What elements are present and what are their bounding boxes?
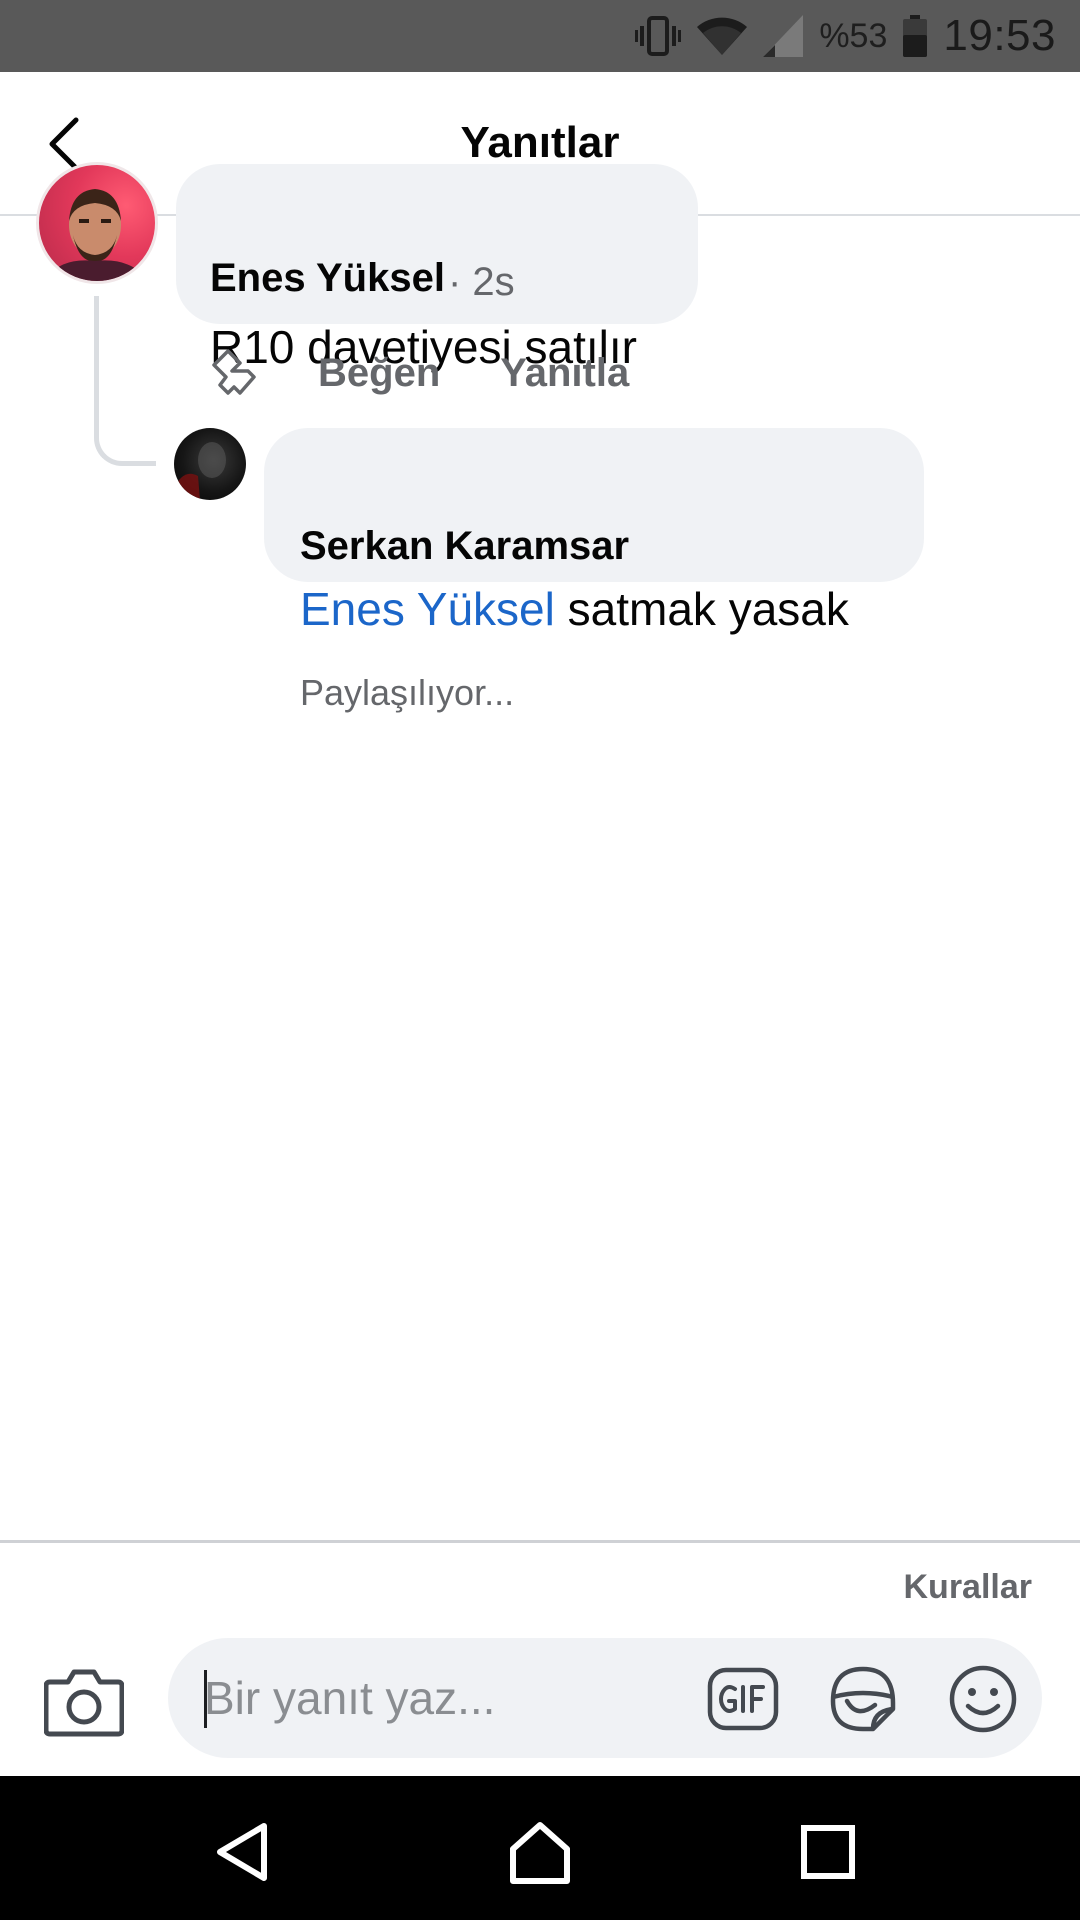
posting-status: Paylaşılıyor...: [300, 672, 515, 713]
reply-button[interactable]: Yanıtla: [500, 351, 629, 396]
camera-button[interactable]: [43, 1664, 125, 1738]
vibrate-icon: [635, 15, 682, 57]
emoji-icon: [949, 1665, 1017, 1733]
gif-icon: [707, 1667, 779, 1731]
gif-button[interactable]: [706, 1662, 780, 1736]
reaction-icon[interactable]: [208, 343, 260, 403]
nav-back-button[interactable]: [202, 1812, 282, 1892]
composer-divider: [0, 1540, 1080, 1543]
battery-icon: [903, 15, 928, 57]
avatar-serkan[interactable]: [174, 428, 246, 500]
camera-icon: [43, 1669, 125, 1737]
reply-text: satmak yasak: [554, 583, 849, 635]
page-title: Yanıtlar: [460, 118, 620, 167]
clock: 19:53: [943, 11, 1056, 60]
status-bar: %53 19:53: [0, 0, 1080, 72]
text-caret: [204, 1670, 207, 1728]
nav-back-icon: [217, 1823, 267, 1881]
comment-actions: Beğen Yanıtla: [208, 336, 689, 410]
like-button[interactable]: Beğen: [318, 351, 440, 396]
reply-text-line: Enes Yüksel satmak yasak: [300, 582, 849, 636]
avatar-enes[interactable]: [36, 162, 158, 284]
mention-link[interactable]: Enes Yüksel: [300, 583, 555, 635]
sticker-button[interactable]: [826, 1662, 900, 1736]
status-icons: %53 19:53: [635, 10, 1056, 62]
reply-author[interactable]: Serkan Karamsar: [300, 524, 629, 569]
nav-home-button[interactable]: [500, 1812, 580, 1892]
signal-icon: [763, 15, 804, 57]
navigation-bar: [0, 1776, 1080, 1920]
rules-link[interactable]: Kurallar: [904, 1568, 1033, 1607]
battery-percent: %53: [819, 16, 888, 55]
reply-composer: [168, 1638, 1042, 1758]
nav-recents-icon: [801, 1825, 855, 1879]
sticker-icon: [830, 1666, 896, 1732]
comment-time[interactable]: · 2s: [448, 260, 515, 305]
thread-connector: [94, 296, 156, 466]
nav-recents-button[interactable]: [788, 1812, 868, 1892]
wifi-icon: [697, 15, 748, 57]
nav-home-icon: [510, 1822, 570, 1884]
comment-author[interactable]: Enes Yüksel: [210, 256, 445, 301]
emoji-button[interactable]: [946, 1662, 1020, 1736]
reply-input[interactable]: [204, 1666, 684, 1730]
